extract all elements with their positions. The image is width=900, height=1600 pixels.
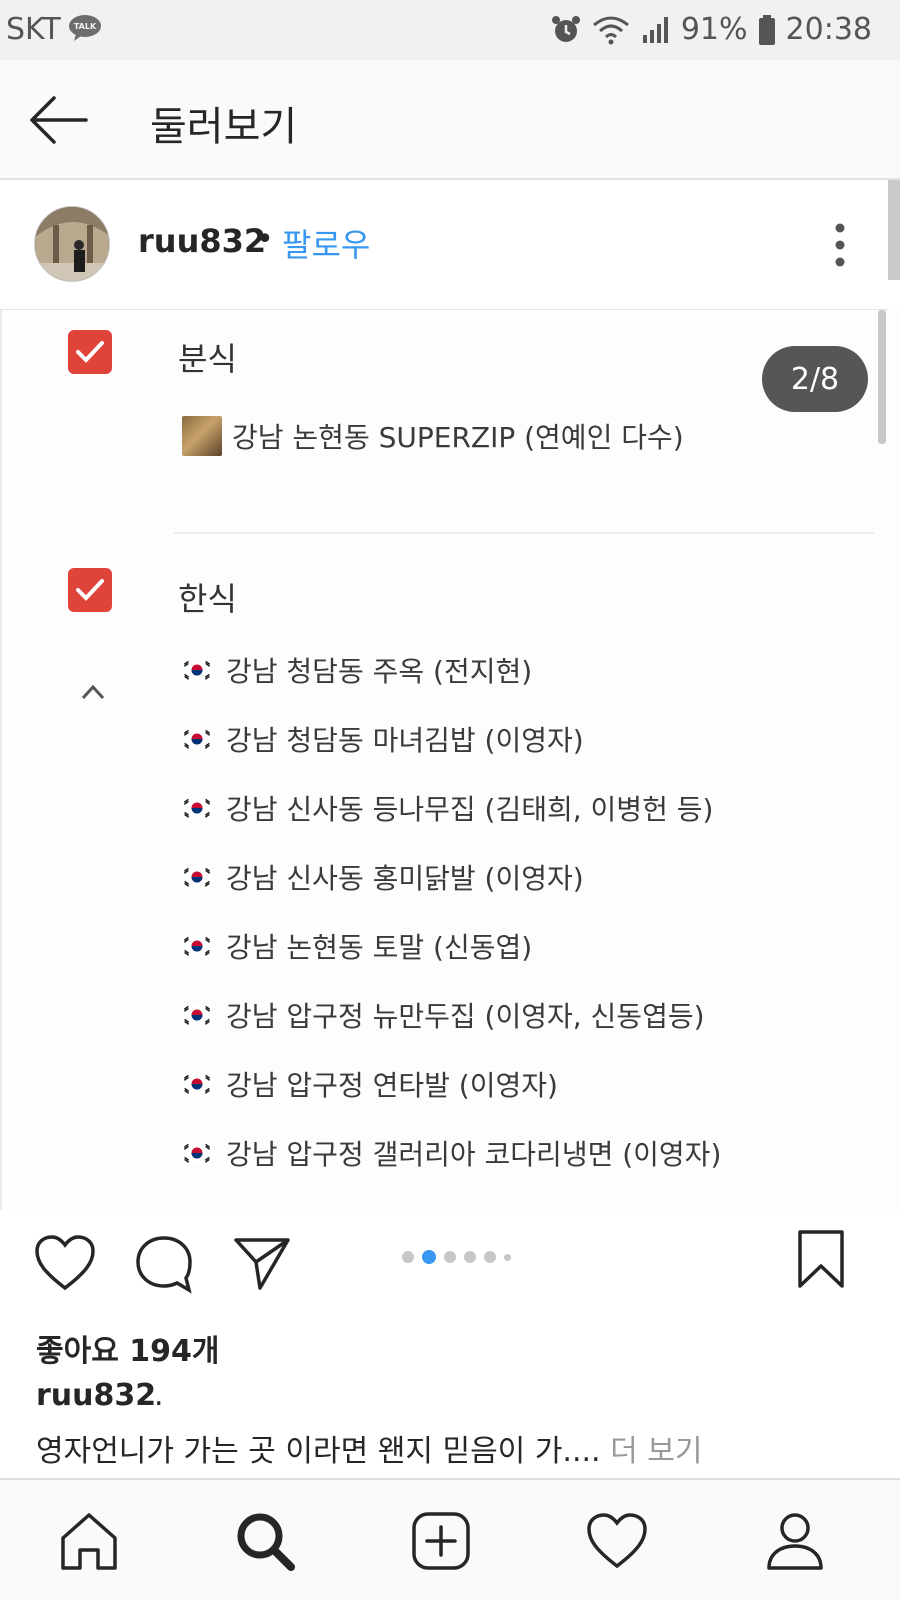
chevron-up-icon [81,684,105,700]
wifi-icon [592,16,629,44]
arrow-left-icon[interactable] [26,90,90,150]
more-link[interactable]: 더 보기 [610,1434,702,1469]
caption-suffix: . [154,1378,164,1413]
carrier-label: SKT [6,12,61,47]
separator-dot: • [256,222,274,257]
korea-flag-icon [182,797,212,819]
signal-icon [642,16,668,43]
caption-text: 영자언니가 가는 곳 이라면 왠지 믿음이 가.... 더 보기 [36,1434,703,1469]
list-item: 강남 신사동 홍미닭발 (이영자) [182,857,584,897]
carousel-dot [484,1251,496,1263]
page-title: 둘러보기 [150,104,298,150]
vertical-dots-icon[interactable] [830,222,850,268]
korea-flag-icon [182,1004,212,1026]
app-header: 둘러보기 [0,60,900,180]
checkbox-icon [68,568,112,612]
carousel-counter: 2/8 [762,346,868,412]
food-thumbnail [182,416,222,456]
korea-flag-icon [182,866,212,888]
korea-flag-icon [182,935,212,957]
battery-icon [758,14,775,45]
clock: 20:38 [785,12,872,47]
carousel-dot [444,1251,456,1263]
status-bar: SKT TALK 91% 20:38 [0,0,900,60]
page-scrollbar[interactable] [888,180,900,280]
bottom-nav [0,1478,900,1600]
activity-heart-icon[interactable] [586,1510,648,1572]
carousel-indicator [402,1250,511,1264]
checkbox-icon [68,330,112,374]
action-bar [0,1210,900,1310]
search-icon[interactable] [234,1510,296,1572]
carousel-dot [402,1251,414,1263]
divider [174,532,874,534]
list-item: 강남 신사동 등나무집 (김태희, 이병헌 등) [182,788,713,828]
list-item: 강남 청담동 주옥 (전지현) [182,650,532,690]
send-icon[interactable] [232,1234,292,1292]
korea-flag-icon [182,1073,212,1095]
post-username[interactable]: ruu832 [138,222,266,260]
likes-count[interactable]: 좋아요 194개 [36,1326,219,1370]
carousel-dot [504,1253,511,1261]
list-item: 강남 압구정 갤러리아 코다리냉면 (이영자) [182,1133,721,1173]
korea-flag-icon [182,659,212,681]
new-post-icon[interactable] [410,1510,472,1572]
battery-percent: 91% [680,12,748,47]
profile-icon[interactable] [764,1510,826,1572]
post-header: ruu832 • 팔로우 [0,180,888,310]
section-title: 한식 [178,580,237,618]
list-item: 강남 논현동 토말 (신동엽) [182,926,532,966]
carousel-dot [422,1250,436,1264]
korea-flag-icon [182,728,212,750]
comment-icon[interactable] [134,1234,194,1294]
section-title: 분식 [178,340,237,378]
carousel-dot [464,1251,476,1263]
bookmark-icon[interactable] [796,1228,846,1290]
svg-text:TALK: TALK [74,22,97,31]
heart-icon[interactable] [34,1234,96,1292]
content-scrollbar [878,310,886,444]
caption-username[interactable]: ruu832 [36,1378,156,1413]
home-icon[interactable] [58,1510,120,1572]
kakaotalk-icon: TALK [69,15,101,41]
post-image[interactable]: 분식 강남 논현동 SUPERZIP (연예인 다수) 한식 강남 청담동 주옥… [0,310,900,1210]
alarm-icon [551,15,580,42]
list-item: 강남 압구정 뉴만두집 (이영자, 신동엽등) [182,995,705,1035]
list-item: 강남 압구정 연타발 (이영자) [182,1064,558,1104]
list-item: 강남 논현동 SUPERZIP (연예인 다수) [182,416,684,456]
list-item: 강남 청담동 마녀김밥 (이영자) [182,719,584,759]
korea-flag-icon [182,1142,212,1164]
avatar[interactable] [34,206,110,282]
follow-button[interactable]: 팔로우 [282,220,370,266]
